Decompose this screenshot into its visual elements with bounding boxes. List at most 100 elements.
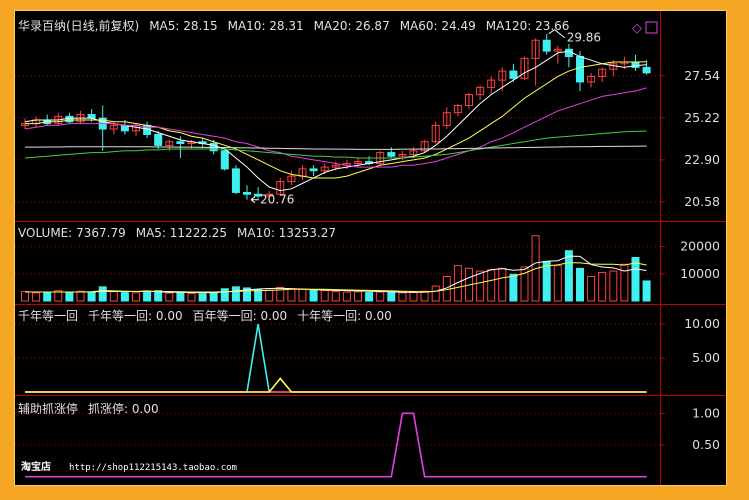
axis-tick-label: 20.58 xyxy=(684,194,720,209)
volume-bar xyxy=(476,270,485,302)
volume-bar xyxy=(609,270,618,302)
volume-bar xyxy=(576,267,584,302)
ma-line-ma120 xyxy=(25,145,647,150)
candle-body xyxy=(509,70,518,79)
volume-bar xyxy=(21,290,29,302)
volume-bar xyxy=(376,291,385,302)
header-vol-item: VOLUME: 7367.79 xyxy=(18,226,126,240)
header-main-item: MA20: 26.87 xyxy=(314,19,390,33)
axis-tick-label: 22.90 xyxy=(684,152,720,167)
volume-bar xyxy=(254,289,263,302)
volume-bar xyxy=(320,289,329,302)
volume-bar xyxy=(487,269,496,302)
volume-bar xyxy=(498,267,507,302)
candle-body xyxy=(243,191,251,195)
volume-bar xyxy=(354,291,362,302)
axis-tick-label: 0.50 xyxy=(692,437,720,452)
candle-body xyxy=(542,39,551,52)
candle-body xyxy=(631,61,640,68)
volume-bar xyxy=(409,292,418,302)
volume-bar xyxy=(87,291,96,302)
candle-body xyxy=(154,133,163,146)
header-ind1-item: 十年等一回: 0.00 xyxy=(297,309,392,323)
candle-body xyxy=(309,168,318,172)
volume-bar xyxy=(132,292,140,302)
ma-line-ma60 xyxy=(24,130,647,159)
high-label: 29.86 xyxy=(567,31,601,45)
watermark-url: http://shop112215143.taobao.com xyxy=(69,463,237,473)
grid-layer: 27.54 25.22 22.90 20.58 20000 10000 10.00 5.00 1… xyxy=(15,68,720,452)
volume-layer xyxy=(21,235,651,302)
volume-bar xyxy=(309,289,318,302)
candle-body xyxy=(176,141,185,145)
volume-bar xyxy=(231,286,240,302)
axis-tick-label: 1.00 xyxy=(692,405,720,420)
volume-bar xyxy=(120,292,129,302)
volume-header: VOLUME: 7367.79 MA5: 11222.25 MA10: 13253.… xyxy=(18,226,336,240)
volume-bar xyxy=(265,289,274,302)
volume-bar xyxy=(509,273,518,302)
volume-bar xyxy=(398,292,407,302)
candle-body xyxy=(564,48,573,58)
volume-bar xyxy=(631,256,640,302)
volume-bar xyxy=(620,263,629,302)
volume-bar xyxy=(220,288,229,302)
volume-bar xyxy=(187,292,196,302)
price-layer xyxy=(21,33,651,200)
ma-line-ma20 xyxy=(24,87,647,168)
axis-tick-label: 10000 xyxy=(680,266,720,281)
header-main-item: MA10: 28.31 xyxy=(228,19,304,33)
low-label: 20.76 xyxy=(260,193,294,207)
axis-tick-label: 27.54 xyxy=(684,68,720,83)
header-vol-item: MA5: 11222.25 xyxy=(136,226,227,240)
candle-body xyxy=(231,168,240,193)
volume-bar xyxy=(542,261,551,302)
volume-bar xyxy=(365,292,374,302)
header-ind1-item: 千年等一回 xyxy=(18,309,78,323)
axis-tick-label: 25.22 xyxy=(684,110,720,125)
volume-bar xyxy=(298,288,307,302)
volume-bar xyxy=(342,291,351,302)
window-box-icon[interactable] xyxy=(645,21,658,34)
candle-body xyxy=(387,152,396,157)
volume-bar xyxy=(642,280,651,302)
axis-tick-label: 5.00 xyxy=(692,350,720,365)
ma-line-ma10 xyxy=(25,61,647,179)
volume-bar xyxy=(143,291,152,302)
volume-bar xyxy=(564,250,573,302)
chart-frame: 华录百纳(日线,前复权) MA5: 28.15 MA10: 28.31 MA20: 2… xyxy=(14,10,727,486)
diamond-icon[interactable]: ◇ xyxy=(632,21,642,36)
stock-chart[interactable]: 华录百纳(日线,前复权) MA5: 28.15 MA10: 28.31 MA20: 2… xyxy=(15,11,726,485)
volume-bar xyxy=(43,291,52,302)
candle-body xyxy=(87,114,96,119)
header-ind1-item: 千年等一回: 0.00 xyxy=(88,309,183,323)
volume-bar xyxy=(287,287,296,302)
volume-bar xyxy=(553,265,562,302)
header-vol-item: MA10: 13253.27 xyxy=(237,226,336,240)
ind1-series-line xyxy=(25,377,647,393)
volume-bar xyxy=(209,291,218,302)
volume-ma-ma5 xyxy=(25,255,647,294)
header-main-item: MA5: 28.15 xyxy=(149,19,217,33)
candle-body xyxy=(576,56,584,83)
volume-ma-ma10 xyxy=(25,262,647,293)
header-main-item: 华录百纳(日线,前复权) xyxy=(18,18,139,33)
volume-bar xyxy=(176,292,185,302)
header-main-item: MA60: 24.49 xyxy=(400,19,476,33)
volume-bar xyxy=(76,290,85,302)
volume-bar xyxy=(587,276,596,302)
candle-body xyxy=(642,66,651,74)
indicator1-header: 千年等一回 千年等一回: 0.00 百年等一回: 0.00 十年等一回: 0.00 xyxy=(18,309,392,323)
volume-bar xyxy=(32,292,41,302)
axis-tick-label: 10.00 xyxy=(684,316,720,331)
watermark-shop: 淘宝店 xyxy=(21,460,51,473)
volume-bar xyxy=(431,285,440,302)
volume-bar xyxy=(598,271,607,302)
volume-bar xyxy=(198,293,207,302)
volume-bar xyxy=(331,290,340,302)
candle-body xyxy=(220,150,229,170)
volume-bar xyxy=(109,291,118,302)
volume-bar xyxy=(98,286,107,302)
axis-tick-label: 20000 xyxy=(680,239,720,254)
header-ind1-item: 百年等一回: 0.00 xyxy=(193,309,288,323)
